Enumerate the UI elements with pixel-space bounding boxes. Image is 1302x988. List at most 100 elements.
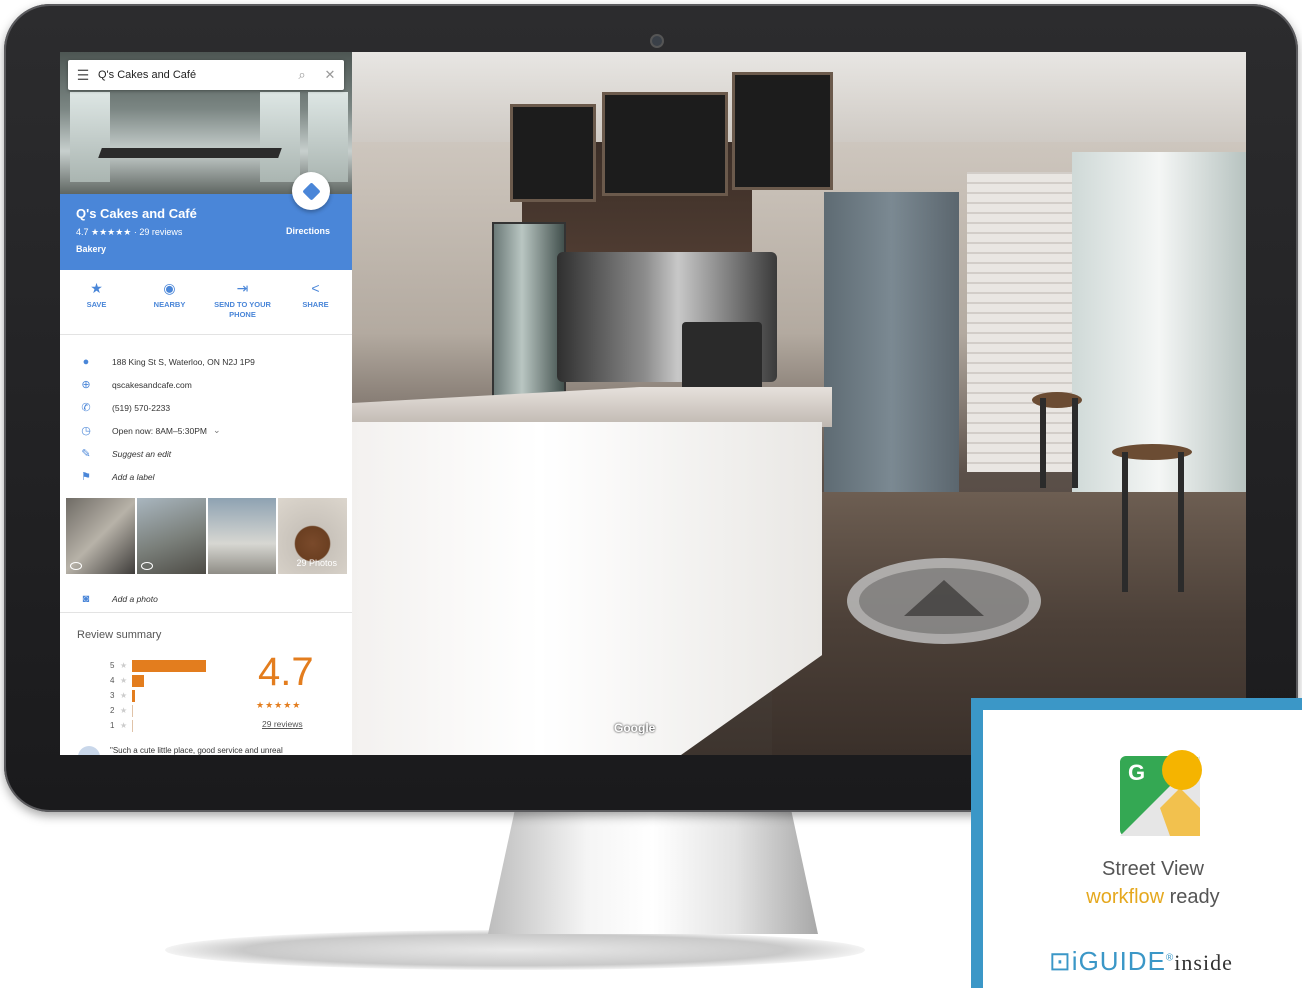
nearby-button[interactable]: ◉ NEARBY: [133, 270, 206, 334]
menu-board: [510, 104, 596, 202]
badge-ready-word: ready: [1164, 886, 1220, 908]
avatar: [78, 746, 100, 755]
rating-bar: [132, 704, 133, 717]
search-box[interactable]: ☰ Q's Cakes and Café ⌕ ✕: [68, 60, 344, 90]
add-photo-row[interactable]: ◙ Add a photo: [60, 586, 352, 613]
rating-bar: [132, 689, 135, 702]
photo-window: [308, 92, 348, 182]
star-level: 2: [110, 706, 115, 715]
location-pin-icon: ●: [82, 355, 90, 368]
monitor-stand-neck: [488, 812, 818, 934]
iguide-brand: iGUIDE: [1071, 946, 1166, 976]
monitor: ☰ Q's Cakes and Café ⌕ ✕ Q's Cakes and C…: [4, 4, 1298, 812]
send-to-phone-icon: ⇥: [236, 280, 249, 296]
chevron-down-icon[interactable]: ⌄: [213, 425, 221, 436]
phone-icon: ✆: [81, 402, 91, 414]
photo-window: [70, 92, 110, 182]
directions-icon: [301, 181, 321, 201]
badge-workflow-word: workflow: [1086, 886, 1165, 908]
hours-row[interactable]: ◷ Open now: 8AM–5:30PM ⌄: [60, 419, 352, 442]
rating-bar: [132, 659, 206, 672]
monitor-stand-base: [165, 930, 865, 970]
counter: [352, 422, 822, 755]
photo-thumbnail[interactable]: [136, 498, 206, 574]
rating-bar-row: 1 ★: [110, 718, 230, 733]
rating-bar-row: 4 ★: [110, 673, 230, 688]
street-view-ready-badge: G Street View workflow ready ⊡iGUIDE®ins…: [971, 698, 1302, 988]
rating-bar: [132, 719, 133, 732]
directions-button[interactable]: [292, 172, 330, 210]
place-name: Q's Cakes and Café: [76, 206, 197, 221]
panorama-icon: [140, 562, 153, 570]
send-to-phone-button[interactable]: ⇥ SEND TO YOUR PHONE: [206, 270, 279, 334]
photo-strip: 29 Photos: [66, 498, 347, 574]
directions-label[interactable]: Directions: [286, 226, 330, 236]
review-snippet[interactable]: "Such a cute little place, good service …: [110, 746, 283, 755]
photo-count: 29 Photos: [296, 558, 337, 568]
send-to-phone-label: SEND TO YOUR PHONE: [214, 300, 271, 319]
search-input[interactable]: Q's Cakes and Café: [98, 69, 288, 81]
street-view-panorama[interactable]: Google: [352, 52, 1246, 755]
search-icon[interactable]: ⌕: [288, 67, 316, 83]
star-level: 4: [110, 676, 115, 685]
cash-register: [682, 322, 762, 392]
menu-icon[interactable]: ☰: [68, 67, 98, 84]
phone-text: (519) 570-2233: [112, 402, 171, 413]
share-icon: <: [311, 280, 320, 296]
website-text: qscakesandcafe.com: [112, 379, 192, 390]
share-button[interactable]: < SHARE: [279, 270, 352, 334]
brick-wall: [967, 172, 1077, 472]
badge-subtitle: workflow ready: [983, 886, 1302, 909]
rating-distribution: 5 ★ 4 ★ 3 ★ 2 ★ 1 ★: [110, 658, 230, 733]
photo-counter: [98, 148, 282, 158]
rating-bar-row: 5 ★: [110, 658, 230, 673]
place-info: ● 188 King St S, Waterloo, ON N2J 1P9 ⊕ …: [60, 350, 352, 488]
arrow-up-icon: [904, 580, 984, 616]
add-label-text: Add a label: [112, 471, 155, 482]
address-row[interactable]: ● 188 King St S, Waterloo, ON N2J 1P9: [60, 350, 352, 373]
navigation-arrow[interactable]: [847, 558, 1041, 644]
flag-icon: ⚑: [81, 471, 91, 483]
place-panel: ☰ Q's Cakes and Café ⌕ ✕ Q's Cakes and C…: [60, 52, 352, 755]
save-button[interactable]: ★ SAVE: [60, 270, 133, 334]
action-bar: ★ SAVE ◉ NEARBY ⇥ SEND TO YOUR PHONE < S…: [60, 270, 352, 335]
camera-icon: ◙: [82, 593, 90, 605]
website-row[interactable]: ⊕ qscakesandcafe.com: [60, 373, 352, 396]
star-icon: ★: [120, 661, 128, 670]
add-label-row[interactable]: ⚑ Add a label: [60, 465, 352, 488]
clock-icon: ◷: [81, 425, 91, 437]
reviews-link[interactable]: 29 reviews: [262, 719, 303, 729]
window: [1072, 152, 1246, 492]
panorama-icon: [70, 562, 82, 570]
add-photo-text: Add a photo: [112, 594, 158, 604]
badge-title: Street View: [1102, 858, 1204, 880]
star-level: 1: [110, 721, 115, 730]
close-icon[interactable]: ✕: [316, 67, 344, 83]
pencil-icon: ✎: [81, 448, 91, 460]
globe-icon: ⊕: [81, 379, 91, 391]
tiled-pillar: [824, 192, 959, 522]
star-icon: ★: [120, 691, 128, 700]
review-summary-title: Review summary: [77, 629, 162, 641]
place-rating[interactable]: 4.7 ★★★★★ · 29 reviews: [76, 227, 182, 238]
stool-leg: [1072, 398, 1078, 488]
menu-board: [732, 72, 833, 190]
star-level: 5: [110, 661, 115, 670]
photo-window: [260, 92, 300, 182]
iguide-camera-icon: ⊡: [1049, 946, 1072, 976]
place-category: Bakery: [76, 244, 107, 254]
photo-thumbnail[interactable]: [207, 498, 277, 574]
address-text: 188 King St S, Waterloo, ON N2J 1P9: [112, 356, 255, 367]
phone-row[interactable]: ✆ (519) 570-2233: [60, 396, 352, 419]
photo-thumbnail[interactable]: [66, 498, 135, 574]
google-watermark: Google: [614, 721, 656, 735]
share-label: SHARE: [302, 300, 329, 309]
stool-leg: [1178, 452, 1184, 592]
photo-thumbnail[interactable]: 29 Photos: [278, 498, 347, 574]
overall-stars: ★★★★★: [256, 700, 302, 710]
star-icon: ★: [90, 280, 103, 296]
svg-text:G: G: [1128, 760, 1145, 785]
suggest-edit-row[interactable]: ✎ Suggest an edit: [60, 442, 352, 465]
webcam: [650, 34, 664, 48]
street-view-logo-icon: G: [1120, 750, 1202, 836]
